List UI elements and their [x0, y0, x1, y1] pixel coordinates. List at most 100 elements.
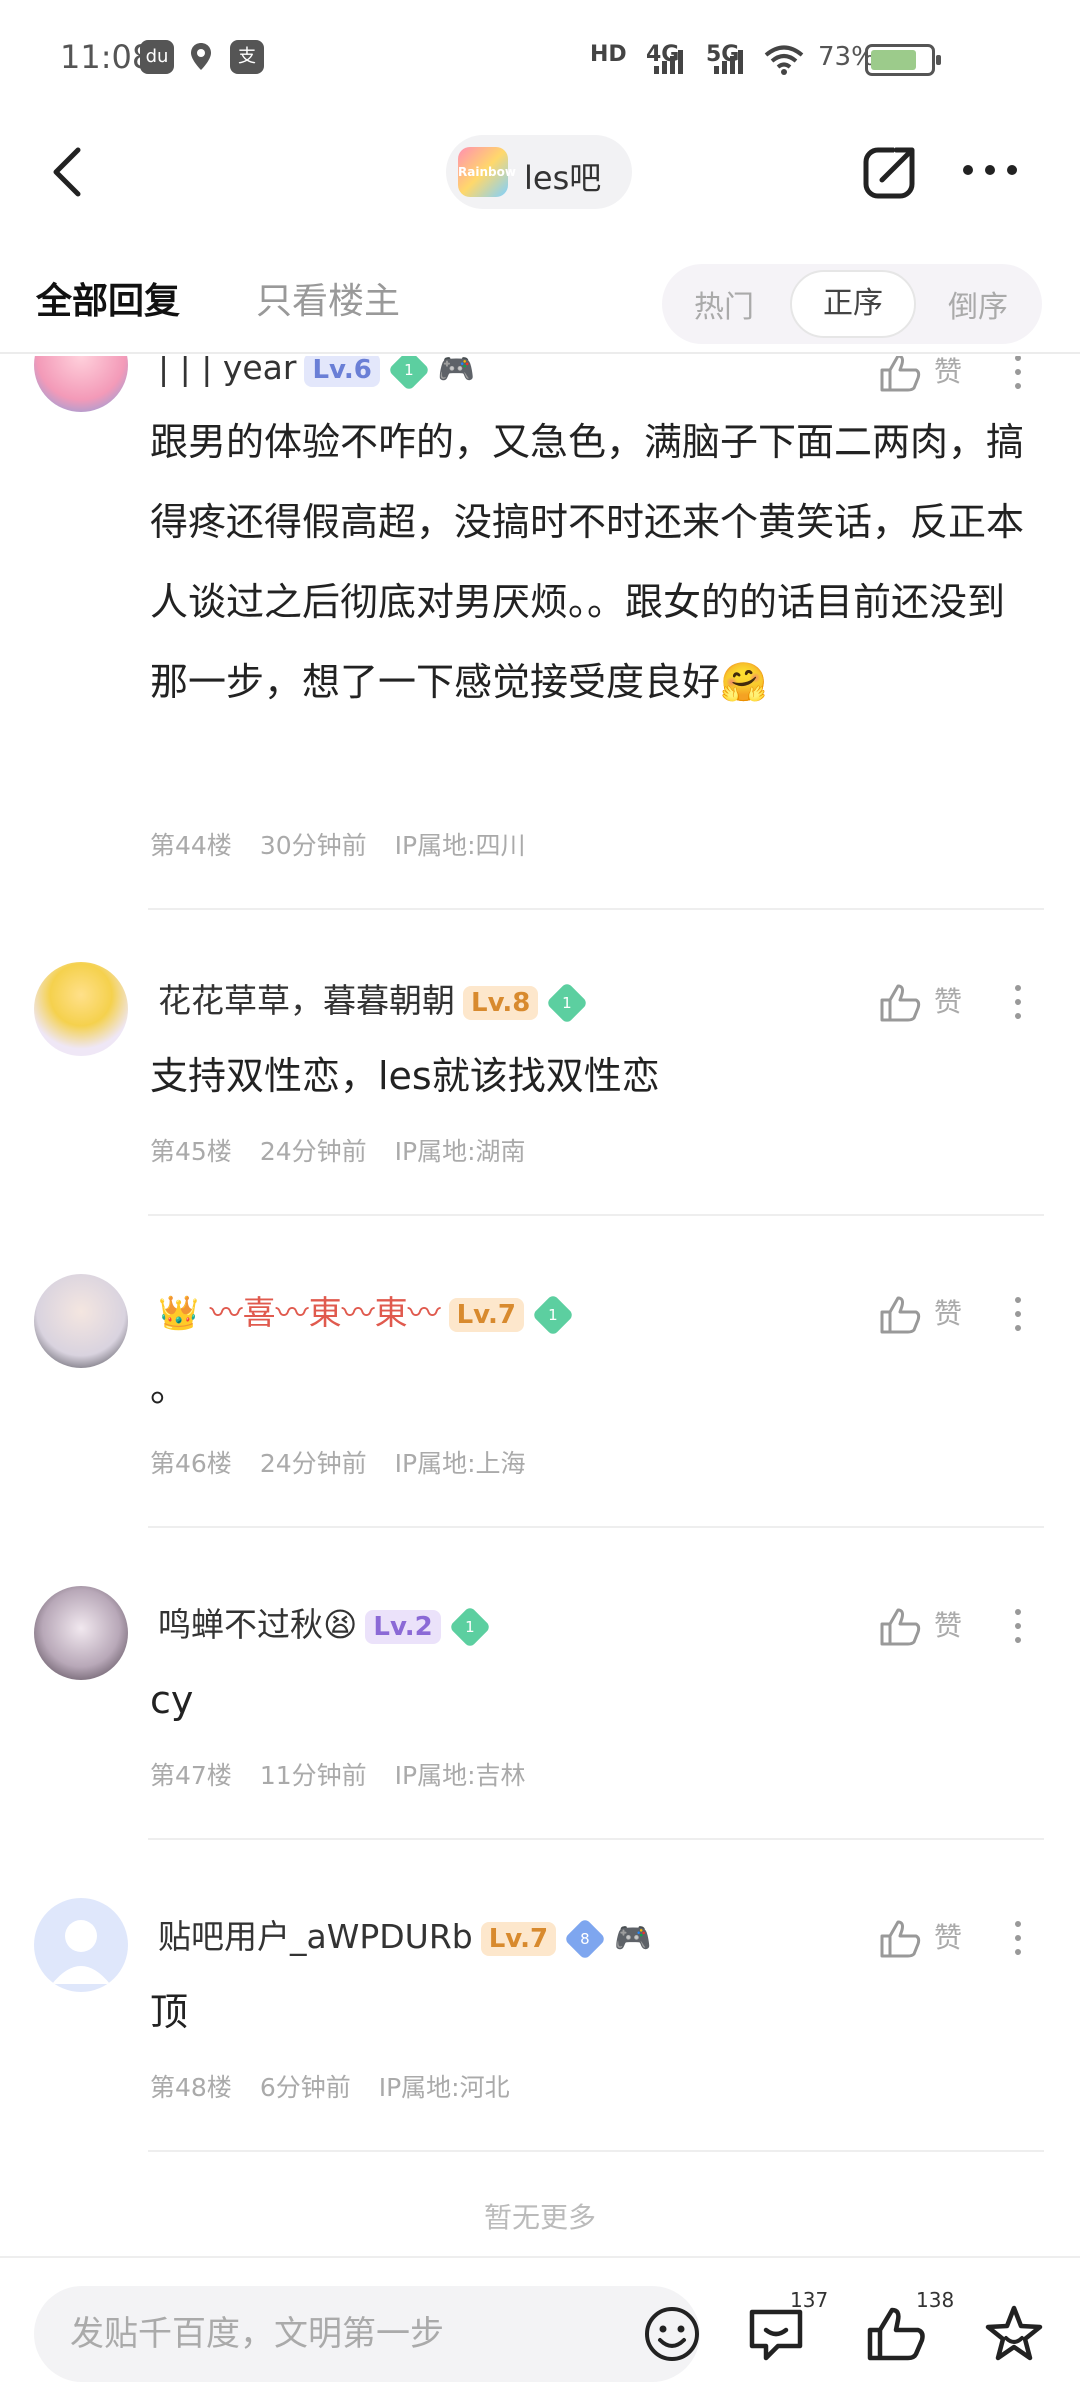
avatar[interactable] [34, 1586, 128, 1680]
level-badge: Lv.6 [304, 356, 380, 387]
divider [148, 1838, 1044, 1840]
alipay-icon: 支 [230, 40, 264, 74]
game-badge-icon: 🎮 [614, 1921, 652, 1956]
reply-item: 👑 〰喜〰東〰東〰 Lv.7 1 赞 。 第46楼 24分钟前 IP属地:上海 [0, 1256, 1080, 1546]
username[interactable]: 鸣蝉不过秋😫 Lv.2 1 [158, 1598, 491, 1648]
reply-content: 顶 [150, 1990, 189, 2034]
tab-all-replies[interactable]: 全部回复 [36, 272, 180, 324]
post-time: 6分钟前 [259, 2073, 351, 2102]
floor-number: 第44楼 [150, 831, 232, 860]
forum-logo: Rainbow [458, 147, 516, 197]
reply-meta: 第44楼 30分钟前 IP属地:四川 [150, 826, 554, 862]
more-options-icon[interactable] [960, 158, 1020, 182]
reply-input-box[interactable] [34, 2286, 700, 2382]
signal-bars-icon [714, 48, 743, 74]
floor-number: 第45楼 [150, 1137, 232, 1166]
like-label[interactable]: 赞 [934, 1292, 962, 1332]
battery-icon [865, 44, 941, 76]
reply-content: 。 [150, 1366, 189, 1410]
crown-icon: 👑 [158, 1293, 200, 1332]
ip-location: IP属地:四川 [394, 831, 526, 860]
level-badge: Lv.7 [448, 1297, 524, 1332]
map-pin-icon [184, 40, 218, 74]
reply-item: | | | year Lv.6 1 🎮 赞 跟男的体验不咋的，又急色，满脑子下面二两肉… [0, 356, 1080, 910]
floor-number: 第47楼 [150, 1761, 232, 1790]
level-badge: Lv.7 [480, 1921, 557, 1956]
divider [148, 1526, 1044, 1528]
username[interactable]: | | | year Lv.6 1 🎮 [158, 356, 476, 391]
like-label[interactable]: 赞 [934, 1604, 962, 1644]
username[interactable]: 👑 〰喜〰東〰東〰 Lv.7 1 [158, 1286, 575, 1336]
post-more-icon[interactable] [1010, 1916, 1026, 1960]
reply-meta: 第47楼 11分钟前 IP属地:吉林 [150, 1756, 554, 1792]
reply-feed[interactable]: | | | year Lv.6 1 🎮 赞 跟男的体验不咋的，又急色，满脑子下面二两肉… [0, 356, 1080, 2256]
gem-badge: 8 [563, 1917, 607, 1960]
thumbs-up-icon[interactable] [878, 980, 922, 1024]
reply-tabs: 全部回复 只看楼主 热门 正序 倒序 [0, 250, 1080, 354]
sort-ascending[interactable]: 正序 [790, 270, 916, 338]
hd-indicator: HD [590, 42, 627, 67]
divider [148, 1214, 1044, 1216]
like-count: 138 [916, 2288, 955, 2312]
divider [148, 908, 1044, 910]
reply-meta: 第48楼 6分钟前 IP属地:河北 [150, 2068, 538, 2104]
thumbs-up-icon[interactable] [878, 356, 922, 394]
post-time: 24分钟前 [259, 1137, 367, 1166]
post-more-icon[interactable] [1010, 1292, 1026, 1336]
floor-number: 第46楼 [150, 1449, 232, 1478]
like-label[interactable]: 赞 [934, 356, 962, 390]
sort-descending[interactable]: 倒序 [948, 282, 1008, 326]
username[interactable]: 贴吧用户_aWPDURb Lv.7 8 🎮 [158, 1910, 652, 1960]
bottom-bar: 137 138 [0, 2256, 1080, 2408]
wifi-icon [764, 45, 804, 75]
reply-meta: 第45楼 24分钟前 IP属地:湖南 [150, 1132, 554, 1168]
floor-number: 第48楼 [150, 2073, 232, 2102]
status-bar: 11:08 du 支 HD 4G 5G 73% [0, 0, 1080, 120]
sort-hot[interactable]: 热门 [694, 282, 754, 326]
back-arrow-icon[interactable] [40, 142, 100, 202]
ip-location: IP属地:吉林 [394, 1761, 526, 1790]
thumbs-up-icon[interactable] [878, 1292, 922, 1336]
avatar[interactable] [34, 1274, 128, 1368]
reply-content: 支持双性恋，les就该找双性恋 [150, 1054, 660, 1098]
post-time: 30分钟前 [259, 831, 367, 860]
username[interactable]: 花花草草，暮暮朝朝 Lv.8 1 [158, 974, 589, 1024]
ip-location: IP属地:河北 [378, 2073, 510, 2102]
divider [148, 2150, 1044, 2152]
gem-badge: 1 [531, 1293, 575, 1336]
level-badge: Lv.2 [365, 1609, 441, 1644]
favorite-star-icon[interactable] [982, 2302, 1046, 2366]
thumbs-up-icon[interactable] [878, 1916, 922, 1960]
reply-input[interactable] [70, 2306, 610, 2362]
post-more-icon[interactable] [1010, 1604, 1026, 1648]
post-more-icon[interactable] [1010, 980, 1026, 1024]
game-badge-icon: 🎮 [437, 356, 476, 387]
gem-badge: 1 [546, 981, 589, 1024]
top-bar: Rainbow les吧 [0, 120, 1080, 230]
gem-badge: 1 [387, 356, 431, 391]
no-more-text: 暂无更多 [483, 2201, 596, 2234]
post-more-icon[interactable] [1010, 356, 1026, 394]
signal-bars-icon [654, 48, 683, 74]
comment-count: 137 [790, 2288, 829, 2312]
level-badge: Lv.8 [463, 985, 539, 1020]
thumbs-up-icon[interactable] [878, 1604, 922, 1648]
du-app-icon: du [140, 40, 174, 74]
reply-content: cy [150, 1678, 194, 1722]
avatar[interactable] [34, 356, 128, 412]
reply-item: 花花草草，暮暮朝朝 Lv.8 1 赞 支持双性恋，les就该找双性恋 第45楼 24分… [0, 944, 1080, 1234]
emoji-icon[interactable] [642, 2304, 702, 2364]
share-icon[interactable] [860, 140, 924, 204]
tab-owner-only[interactable]: 只看楼主 [256, 272, 400, 324]
like-label[interactable]: 赞 [934, 1916, 962, 1956]
forum-pill[interactable]: Rainbow les吧 [446, 135, 632, 209]
reply-content: 跟男的体验不咋的，又急色，满脑子下面二两肉，搞得疼还得假高超，没搞时不时还来个黄… [150, 420, 1025, 704]
status-time: 11:08 [60, 38, 153, 76]
ip-location: IP属地:湖南 [394, 1137, 526, 1166]
like-label[interactable]: 赞 [934, 980, 962, 1020]
avatar[interactable] [34, 1898, 128, 1992]
avatar[interactable] [34, 962, 128, 1056]
ip-location: IP属地:上海 [394, 1449, 526, 1478]
reply-item: 鸣蝉不过秋😫 Lv.2 1 赞 cy 第47楼 11分钟前 IP属地:吉林 [0, 1568, 1080, 1858]
reply-item: 贴吧用户_aWPDURb Lv.7 8 🎮 赞 顶 第48楼 6分钟前 IP属地:河北 [0, 1880, 1080, 2170]
